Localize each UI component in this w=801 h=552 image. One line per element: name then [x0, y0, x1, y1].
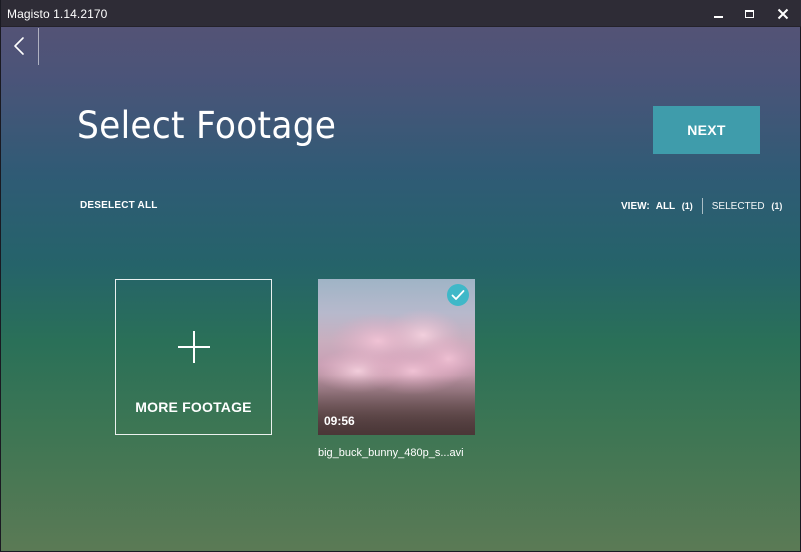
view-label: VIEW:	[621, 200, 650, 212]
view-all-label: ALL	[655, 200, 675, 212]
view-filter: VIEW: ALL (1) SELECTED (1)	[621, 198, 783, 214]
app-title: Magisto 1.14.2170	[7, 7, 108, 21]
more-footage-tile[interactable]: MORE FOOTAGE	[115, 279, 272, 435]
back-divider	[38, 28, 39, 65]
view-all-count: (1)	[681, 200, 693, 211]
minimize-icon	[713, 15, 723, 18]
title-bar: Magisto 1.14.2170	[1, 0, 801, 27]
more-footage-label: MORE FOOTAGE	[135, 399, 252, 415]
close-button[interactable]	[766, 0, 800, 27]
chevron-left-icon	[14, 37, 24, 55]
view-selected-count: (1)	[771, 200, 783, 211]
close-icon	[777, 8, 789, 19]
plus-icon	[178, 331, 210, 363]
minimize-button[interactable]	[701, 0, 735, 27]
maximize-icon	[744, 9, 754, 18]
app-window: Magisto 1.14.2170 Select Footage NEXT DE…	[0, 0, 801, 552]
checkmark-icon	[451, 290, 465, 300]
clip-selected-badge[interactable]	[447, 284, 469, 306]
page-title: Select Footage	[77, 104, 337, 147]
clip-duration: 09:56	[324, 414, 355, 428]
view-all-filter[interactable]: ALL (1)	[656, 201, 693, 212]
deselect-all-link[interactable]: DESELECT ALL	[80, 200, 158, 211]
next-button[interactable]: NEXT	[653, 106, 760, 154]
back-button[interactable]	[7, 33, 31, 59]
view-selected-filter[interactable]: SELECTED (1)	[712, 201, 783, 212]
maximize-button[interactable]	[732, 0, 766, 27]
view-selected-label: SELECTED	[711, 200, 765, 212]
clip-filename: big_buck_bunny_480p_s...avi	[318, 447, 464, 459]
view-divider	[701, 198, 703, 214]
